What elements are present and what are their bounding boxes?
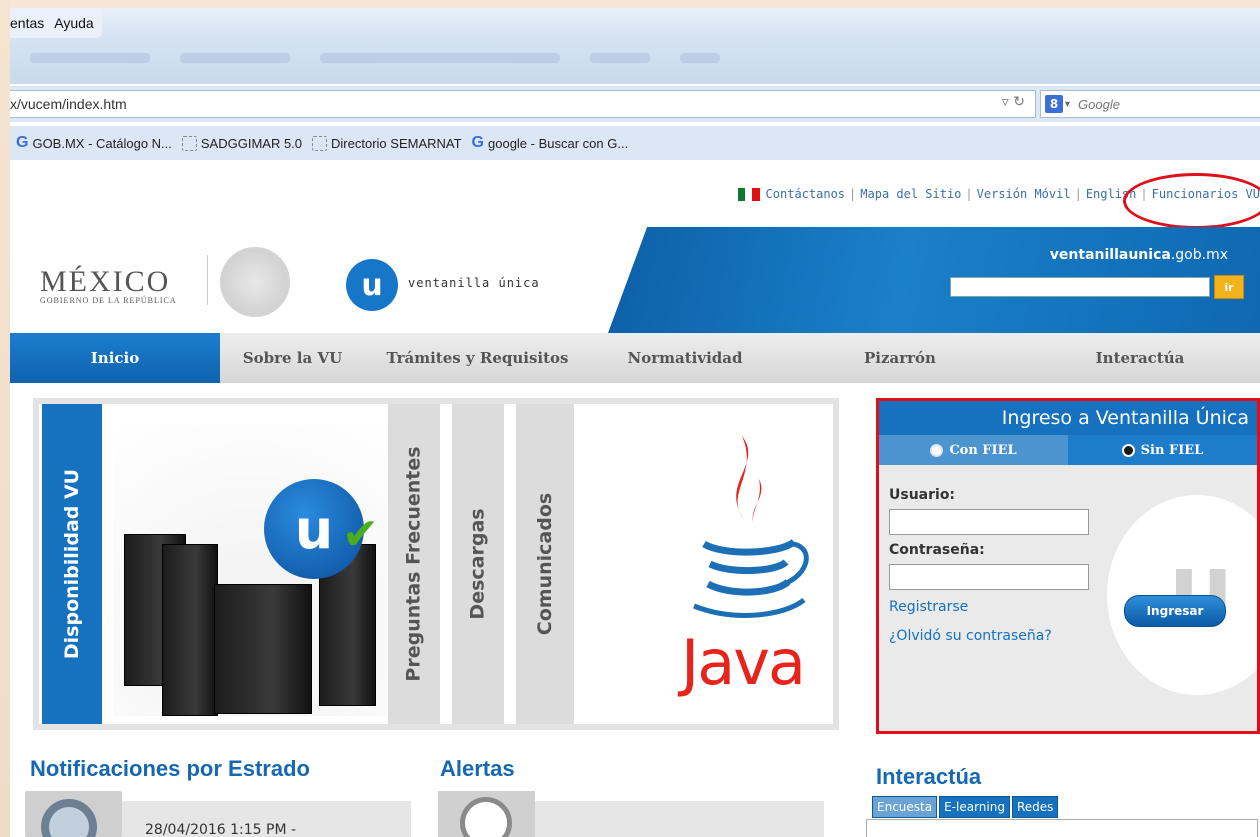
bookmark-label: SADGGIMAR 5.0 (200, 135, 303, 151)
address-url: x/vucem/index.htm (10, 96, 127, 112)
contrasena-field[interactable] (889, 564, 1089, 590)
notificacion-date[interactable]: 28/04/2016 1:15 PM - (145, 822, 296, 837)
alertas-title: Alertas (440, 756, 515, 781)
login-panel: Ingreso a Ventanilla Única Con FIEL Sin … (876, 398, 1260, 734)
reload-icon[interactable]: ▿ ↻ (1002, 94, 1025, 110)
browser-menubar: entas Ayuda (10, 8, 1260, 84)
link-contactanos[interactable]: Contáctanos (766, 187, 845, 201)
check-icon: ✔ (342, 509, 379, 560)
contrasena-label: Contraseña: (889, 542, 985, 558)
feature-carousel: Disponibilidad VU u ✔ Preguntas Frecuent… (33, 398, 839, 730)
page-icon (312, 135, 328, 151)
mexico-logo-subtitle: GOBIERNO DE LA REPÚBLICA (40, 296, 177, 305)
registrarse-link[interactable]: Registrarse (889, 599, 968, 615)
nav-normatividad[interactable]: Normatividad (590, 333, 780, 383)
vu-logo[interactable]: u (346, 259, 398, 311)
tab-label: Descargas (467, 508, 489, 620)
divider (207, 255, 208, 305)
web-page: Contáctanos | Mapa del Sitio | Versión Móv… (10, 160, 1260, 837)
bookmark-google[interactable]: Ggoogle - Buscar con G... (472, 134, 629, 152)
google-icon: G (471, 134, 484, 151)
browser-window: entas Ayuda x/vucem/index.htm ▿ ↻ 8 ▾ Go… (10, 8, 1260, 837)
highlight-circle (1123, 173, 1260, 229)
link-mapa-sitio[interactable]: Mapa del Sitio (860, 187, 961, 201)
bookmark-label: Directorio SEMARNAT (331, 135, 462, 151)
mexico-flag-icon (737, 187, 760, 201)
nav-sobre-vu[interactable]: Sobre la VU (220, 333, 365, 383)
tab-descargas[interactable]: Descargas (452, 404, 504, 724)
tab-comunicados[interactable]: Comunicados (516, 404, 574, 724)
bookmark-semarnat[interactable]: Directorio SEMARNAT (312, 135, 462, 151)
bookmark-gobmx[interactable]: G GOB.MX - Catálogo N... (16, 134, 172, 152)
menu: entas Ayuda (10, 8, 102, 38)
domain-bold: ventanillaunica (1049, 247, 1171, 263)
radio-icon[interactable] (930, 443, 944, 457)
alerta-icon (438, 791, 535, 837)
interactua-title: Interactúa (876, 764, 982, 789)
search-bar[interactable]: 8 ▾ Google (1040, 90, 1260, 118)
olvido-contrasena-link[interactable]: ¿Olvidó su contraseña? (889, 628, 1052, 644)
national-seal-icon (220, 247, 290, 317)
login-tabs: Con FIEL Sin FIEL (879, 435, 1257, 465)
login-form: u Usuario: Contraseña: Registrarse ¿Olvi… (879, 465, 1257, 731)
servers-image: u ✔ (114, 424, 386, 716)
menu-item-herramientas[interactable]: entas (10, 15, 44, 31)
clock-icon (460, 797, 512, 837)
tab-disponibilidad[interactable]: Disponibilidad VU (42, 404, 102, 724)
chevron-down-icon[interactable]: ▾ (1065, 99, 1070, 110)
google-icon: G (16, 134, 29, 151)
nav-interactua[interactable]: Interactúa (1020, 333, 1260, 383)
vu-name: ventanilla única (408, 276, 540, 290)
menu-item-ayuda[interactable]: Ayuda (54, 15, 93, 31)
tab-encuesta[interactable]: Encuesta (872, 796, 938, 818)
tab-con-fiel[interactable]: Con FIEL (879, 435, 1068, 465)
nav-pizarron[interactable]: Pizarrón (780, 333, 1020, 383)
tab-sin-fiel[interactable]: Sin FIEL (1068, 435, 1257, 465)
tab-sin-fiel-label: Sin FIEL (1140, 442, 1204, 458)
notificaciones-title: Notificaciones por Estrado (30, 756, 310, 781)
radio-selected-icon[interactable] (1121, 443, 1135, 457)
navigation-bar: x/vucem/index.htm ▿ ↻ 8 ▾ Google (10, 86, 1260, 122)
background-strip (0, 0, 1260, 8)
link-version-movil[interactable]: Versión Móvil (977, 187, 1071, 201)
notificacion-icon (25, 791, 122, 837)
tab-elearning[interactable]: E-learning (939, 796, 1010, 818)
usuario-field[interactable] (889, 509, 1089, 535)
mexico-logo-text: MÉXICO (40, 265, 171, 298)
tab-preguntas-frecuentes[interactable]: Preguntas Frecuentes (388, 404, 440, 724)
nav-inicio[interactable]: Inicio (10, 333, 220, 383)
interactua-panel (866, 819, 1258, 837)
login-title: Ingreso a Ventanilla Única (879, 401, 1257, 435)
address-bar[interactable]: x/vucem/index.htm ▿ ↻ (10, 90, 1036, 118)
mexico-logo[interactable]: MÉXICO GOBIERNO DE LA REPÚBLICA (40, 265, 177, 305)
bookmark-label: google - Buscar con G... (488, 135, 629, 151)
bookmark-label: GOB.MX - Catálogo N... (32, 135, 172, 151)
ingresar-button[interactable]: Ingresar (1124, 595, 1226, 627)
usuario-label: Usuario: (889, 487, 956, 503)
blurred-tabs (30, 48, 830, 68)
site-search-button[interactable]: ir (1214, 275, 1244, 299)
page-icon (181, 135, 197, 151)
site-domain: ventanillaunica.gob.mx (1050, 247, 1228, 263)
tab-label: Disponibilidad VU (61, 468, 84, 660)
site-header: MÉXICO GOBIERNO DE LA REPÚBLICA u ventan… (10, 227, 1260, 333)
site-search-input[interactable] (950, 277, 1210, 297)
google-engine-icon[interactable]: 8 (1045, 95, 1063, 113)
domain-rest: .gob.mx (1170, 247, 1228, 263)
feature-inner: Disponibilidad VU u ✔ Preguntas Frecuent… (39, 404, 833, 724)
tab-con-fiel-label: Con FIEL (949, 442, 1017, 458)
tab-label: Comunicados (534, 492, 557, 636)
interactua-tabs: Encuesta E-learning Redes (872, 796, 1059, 818)
search-placeholder: Google (1078, 96, 1120, 112)
tab-label: Preguntas Frecuentes (403, 446, 426, 682)
at-sign-icon (41, 799, 97, 837)
tab-redes[interactable]: Redes (1011, 796, 1059, 818)
main-nav: Inicio Sobre la VU Trámites y Requisitos… (10, 333, 1260, 383)
bookmark-sadggimar[interactable]: SADGGIMAR 5.0 (181, 135, 303, 151)
screenshot: entas Ayuda x/vucem/index.htm ▿ ↻ 8 ▾ Go… (0, 0, 1260, 837)
background-strip-left (0, 0, 10, 837)
java-wordmark: Java (681, 626, 806, 699)
bookmarks-bar: G GOB.MX - Catálogo N... SADGGIMAR 5.0 Di… (10, 126, 1260, 160)
nav-tramites[interactable]: Trámites y Requisitos (365, 333, 590, 383)
